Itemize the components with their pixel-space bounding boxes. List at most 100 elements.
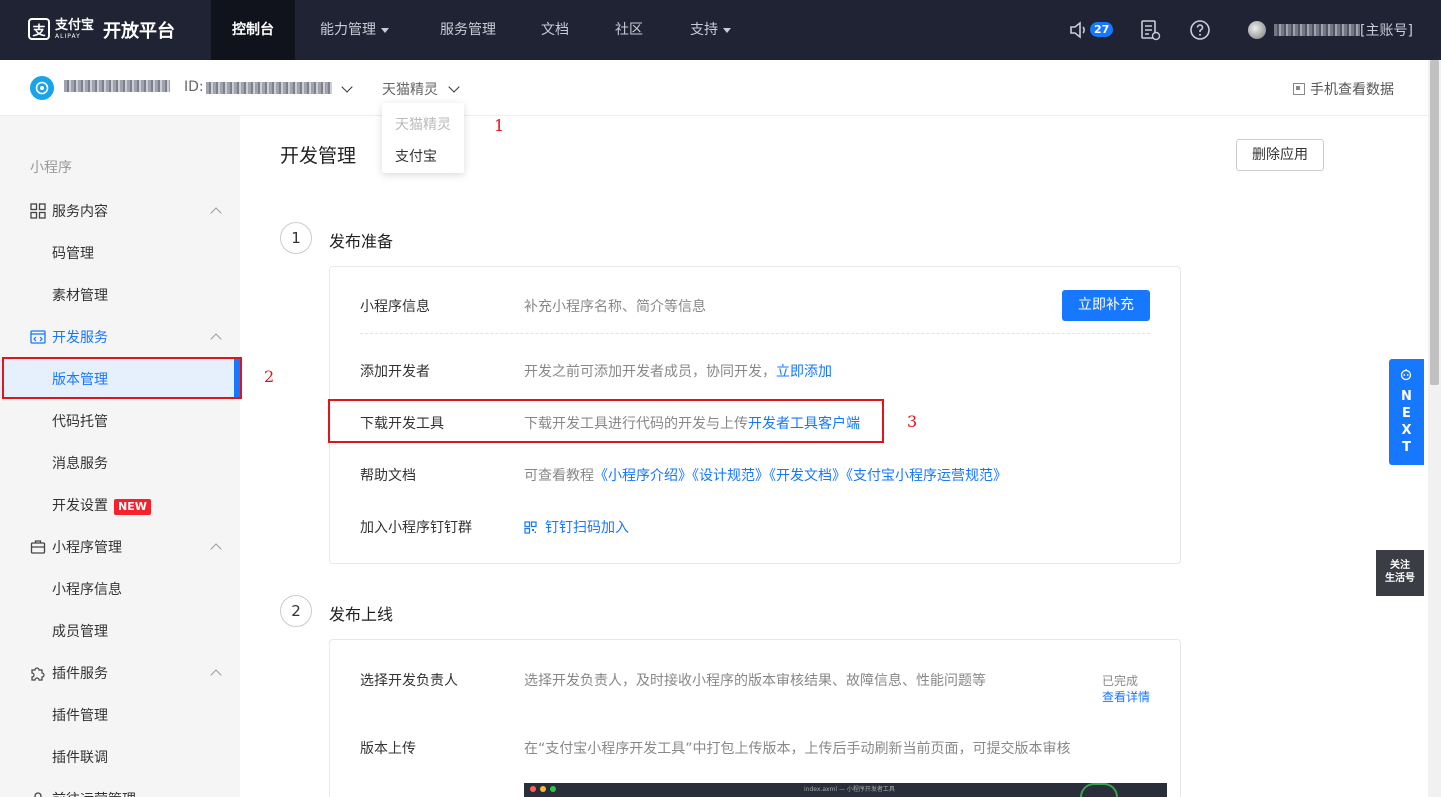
- app-logo-icon: [30, 76, 54, 100]
- sidebar-item-dev-settings[interactable]: 开发设置 NEW: [52, 495, 151, 515]
- sidebar-group-dev-service[interactable]: 开发服务: [30, 327, 108, 347]
- account-role: [主账号]: [1360, 23, 1413, 39]
- row-label-version-upload: 版本上传: [360, 741, 416, 757]
- dropdown-option-tmall[interactable]: 天猫精灵: [395, 114, 451, 134]
- alipay-logo[interactable]: 支 支付宝 ALIPAY: [28, 18, 94, 40]
- next-letter: T: [1402, 440, 1411, 455]
- chevron-up-icon[interactable]: [210, 333, 222, 345]
- sidebar-item-code-manage[interactable]: 码管理: [52, 243, 94, 263]
- doc-link-operation[interactable]: 《支付宝小程序运营规范》: [846, 468, 1007, 484]
- window-controls-icon: [530, 786, 556, 792]
- nav-capability-label: 能力管理: [320, 22, 376, 38]
- app-id-label: ID:: [184, 79, 204, 95]
- page-scrollbar[interactable]: [1428, 60, 1441, 797]
- scrollbar-thumb[interactable]: [1430, 60, 1439, 385]
- status-completed: 已完成: [1102, 674, 1139, 688]
- delete-app-button[interactable]: 删除应用: [1236, 139, 1324, 171]
- step-2-circle: 2: [280, 595, 312, 627]
- annotation-number-3: 3: [907, 412, 918, 431]
- app-name-redacted: [64, 80, 170, 92]
- follow-life-account-button[interactable]: 关注 生活号: [1376, 550, 1424, 596]
- nav-capability[interactable]: 能力管理: [320, 0, 389, 60]
- dev-tool-preview-image: index.axml — 小程序开发者工具: [524, 783, 1167, 797]
- row-label-help-docs: 帮助文档: [360, 468, 416, 484]
- sidebar-item-miniapp-info[interactable]: 小程序信息: [52, 579, 122, 599]
- preview-window-title: index.axml — 小程序开发者工具: [804, 786, 895, 793]
- mobile-data-label: 手机查看数据: [1310, 82, 1394, 98]
- doc-link-dev[interactable]: 《开发文档》: [769, 468, 846, 484]
- row-desc-dev-owner: 选择开发负责人，及时接收小程序的版本审核结果、故障信息、性能问题等: [524, 673, 986, 689]
- puzzle-icon: [31, 667, 45, 681]
- chevron-up-icon[interactable]: [210, 669, 222, 681]
- sidebar-group-operation[interactable]: 前往运营管理: [30, 789, 136, 797]
- user-icon: [34, 792, 42, 797]
- app-switch-chevron-icon[interactable]: [341, 81, 353, 93]
- logo-en-text: ALIPAY: [55, 32, 81, 40]
- chevron-up-icon[interactable]: [210, 543, 222, 555]
- task-list-icon[interactable]: [1139, 19, 1161, 41]
- follow-line2: 生活号: [1385, 573, 1415, 584]
- dingtalk-join-link[interactable]: 钉钉扫码加入: [524, 517, 629, 537]
- speaker-icon[interactable]: [1068, 19, 1090, 41]
- annotation-box-2: [2, 357, 242, 399]
- sidebar-group-label: 开发服务: [52, 330, 108, 346]
- caret-down-icon: [723, 27, 731, 33]
- nav-support-label: 支持: [690, 22, 718, 38]
- platform-title: 开放平台: [103, 21, 175, 42]
- nav-support[interactable]: 支持: [690, 0, 731, 60]
- preview-ring-icon: [1080, 783, 1118, 797]
- sidebar-item-plugin-manage[interactable]: 插件管理: [52, 705, 108, 725]
- sidebar-item-material-manage[interactable]: 素材管理: [52, 285, 108, 305]
- briefcase-icon: [30, 540, 46, 554]
- account-menu[interactable]: [主账号]: [1248, 20, 1413, 40]
- nav-service[interactable]: 服务管理: [440, 0, 496, 60]
- row-desc-text: 可查看教程: [524, 468, 594, 484]
- row-label-add-developer: 添加开发者: [360, 364, 430, 380]
- sidebar-group-label: 前往运营管理: [52, 789, 136, 797]
- doc-link-intro[interactable]: 《小程序介绍》: [594, 468, 692, 484]
- annotation-box-3: [328, 399, 884, 443]
- dropdown-option-alipay[interactable]: 支付宝: [395, 146, 437, 166]
- nav-docs[interactable]: 文档: [541, 0, 569, 60]
- row-desc-help-docs: 可查看教程《小程序介绍》《设计规范》《开发文档》《支付宝小程序运营规范》: [524, 465, 1007, 485]
- sidebar: 小程序 服务内容 码管理 素材管理 开发服务 版本管理 代码托管 消息服务 开发…: [0, 116, 240, 797]
- sidebar-item-plugin-debug[interactable]: 插件联调: [52, 747, 108, 767]
- sidebar-group-miniapp-manage[interactable]: 小程序管理: [30, 537, 122, 557]
- row-label-miniapp-info: 小程序信息: [360, 299, 430, 315]
- divider: [360, 333, 1150, 334]
- row-label-dev-owner: 选择开发负责人: [360, 673, 458, 689]
- next-letter: E: [1402, 406, 1411, 421]
- sidebar-section-title: 小程序: [30, 160, 72, 176]
- row-desc-version-upload: 在“支付宝小程序开发工具”中打包上传版本，上传后手动刷新当前页面，可提交版本审核: [524, 741, 1071, 757]
- sidebar-item-label: 开发设置: [52, 498, 108, 514]
- nav-community[interactable]: 社区: [615, 0, 643, 60]
- nav-community-label: 社区: [615, 22, 643, 38]
- logo-cn-text: 支付宝: [55, 17, 95, 33]
- sidebar-item-message-service[interactable]: 消息服务: [52, 453, 108, 473]
- add-now-link[interactable]: 立即添加: [776, 364, 832, 380]
- view-detail-link[interactable]: 查看详情: [1102, 688, 1150, 705]
- app-id-redacted: [206, 82, 332, 94]
- sidebar-item-member-manage[interactable]: 成员管理: [52, 621, 108, 641]
- platform-select-value: 天猫精灵: [382, 82, 438, 98]
- sidebar-item-code-hosting[interactable]: 代码托管: [52, 411, 108, 431]
- annotation-number-2: 2: [264, 367, 275, 386]
- nav-console[interactable]: 控制台: [211, 0, 295, 60]
- sidebar-group-plugin-service[interactable]: 插件服务: [30, 663, 108, 683]
- help-icon[interactable]: [1189, 19, 1211, 41]
- sidebar-group-label: 服务内容: [52, 204, 108, 220]
- sidebar-group-service-content[interactable]: 服务内容: [30, 201, 108, 221]
- supplement-now-button[interactable]: 立即补充: [1062, 290, 1150, 321]
- platform-chevron-down-icon[interactable]: [448, 81, 460, 93]
- account-name-redacted: [1274, 24, 1360, 36]
- step-2-card: [329, 639, 1181, 797]
- next-float-tab[interactable]: N E X T: [1389, 359, 1424, 465]
- annotation-number-1: 1: [494, 116, 505, 135]
- chevron-up-icon[interactable]: [210, 207, 222, 219]
- step-2-title: 发布上线: [329, 605, 394, 624]
- alipay-logo-icon: 支: [28, 18, 50, 40]
- doc-link-design[interactable]: 《设计规范》: [692, 468, 769, 484]
- avatar: [1248, 21, 1266, 39]
- mobile-data-link[interactable]: 手机查看数据: [1293, 79, 1394, 99]
- platform-select[interactable]: 天猫精灵: [382, 79, 438, 99]
